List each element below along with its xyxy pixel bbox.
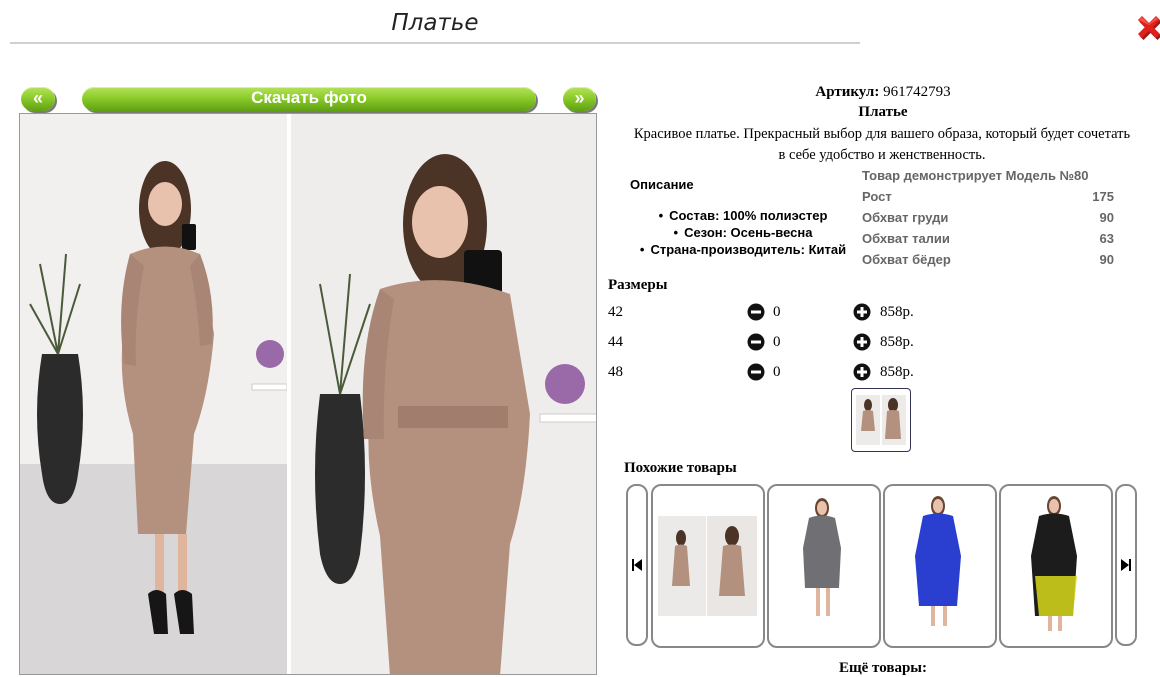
similar-item[interactable] [999, 484, 1113, 648]
article-label: Артикул: [815, 84, 880, 100]
model-row: Рост 175 [862, 186, 1114, 207]
sizes-heading: Размеры [608, 277, 668, 293]
model-measurements: Товар демонстрирует Модель №80 Рост 175 … [862, 165, 1114, 270]
download-photo-button[interactable]: Скачать фото [82, 87, 536, 111]
size-label: 48 [608, 364, 623, 380]
size-label: 42 [608, 304, 623, 320]
size-price: 858р. [880, 364, 914, 380]
model-row-value: 63 [1099, 231, 1114, 246]
minus-circle-icon[interactable] [747, 363, 765, 381]
model-row: Обхват груди 90 [862, 207, 1114, 228]
carousel-prev-button[interactable] [626, 484, 648, 646]
skip-back-icon [632, 559, 642, 571]
model-row-label: Обхват бёдер [862, 252, 951, 267]
product-name: Платье [858, 104, 908, 120]
page-title: Платье [391, 10, 479, 36]
model-row: Обхват талии 63 [862, 228, 1114, 249]
size-row: 48 0 858р. [608, 361, 938, 385]
similar-item[interactable] [883, 484, 997, 648]
next-photo-button[interactable]: » [563, 87, 596, 111]
model-row: Обхват бёдер 90 [862, 249, 1114, 270]
minus-circle-icon[interactable] [747, 333, 765, 351]
similar-item[interactable] [767, 484, 881, 648]
size-row: 44 0 858р. [608, 331, 938, 355]
similar-heading: Похожие товары [624, 460, 737, 476]
article-line: Артикул: 961742793 [608, 84, 1158, 101]
plus-circle-icon[interactable] [853, 363, 871, 381]
details-item: Страна-производитель: Китай [608, 241, 878, 258]
details-item: Состав: 100% полиэстер [608, 207, 878, 224]
model-row-label: Обхват талии [862, 231, 950, 246]
size-price: 858р. [880, 304, 914, 320]
size-row: 42 0 858р. [608, 301, 938, 325]
plus-circle-icon[interactable] [853, 333, 871, 351]
similar-item[interactable] [651, 484, 765, 648]
skip-forward-icon [1121, 559, 1131, 571]
model-title: Товар демонстрирует Модель №80 [862, 165, 1114, 186]
product-description-line: Красивое платье. Прекрасный выбор для ва… [633, 126, 1131, 142]
minus-circle-icon[interactable] [747, 303, 765, 321]
more-products-heading: Ещё товары: [838, 660, 928, 676]
size-label: 44 [608, 334, 623, 350]
model-title-text: Товар демонстрирует Модель №80 [862, 168, 1089, 183]
close-icon[interactable] [1133, 12, 1160, 44]
model-row-value: 175 [1092, 189, 1114, 204]
size-quantity: 0 [773, 334, 781, 350]
product-photo[interactable] [19, 113, 597, 675]
photo-thumbnail[interactable] [851, 388, 911, 452]
article-value: 961742793 [883, 84, 951, 100]
details-list: Состав: 100% полиэстер Сезон: Осень-весн… [608, 207, 878, 258]
model-row-value: 90 [1099, 210, 1114, 225]
details-heading: Описание [630, 177, 694, 192]
model-row-value: 90 [1099, 252, 1114, 267]
title-divider [10, 42, 860, 44]
size-price: 858р. [880, 334, 914, 350]
carousel-next-button[interactable] [1115, 484, 1137, 646]
size-quantity: 0 [773, 304, 781, 320]
model-row-label: Рост [862, 189, 892, 204]
product-description: Красивое платье. Прекрасный выбор для ва… [604, 124, 1160, 166]
product-description-line: в себе удобство и женственность. [778, 147, 986, 163]
size-quantity: 0 [773, 364, 781, 380]
plus-circle-icon[interactable] [853, 303, 871, 321]
model-row-label: Обхват груди [862, 210, 949, 225]
details-item: Сезон: Осень-весна [608, 224, 878, 241]
prev-photo-button[interactable]: « [21, 87, 55, 111]
